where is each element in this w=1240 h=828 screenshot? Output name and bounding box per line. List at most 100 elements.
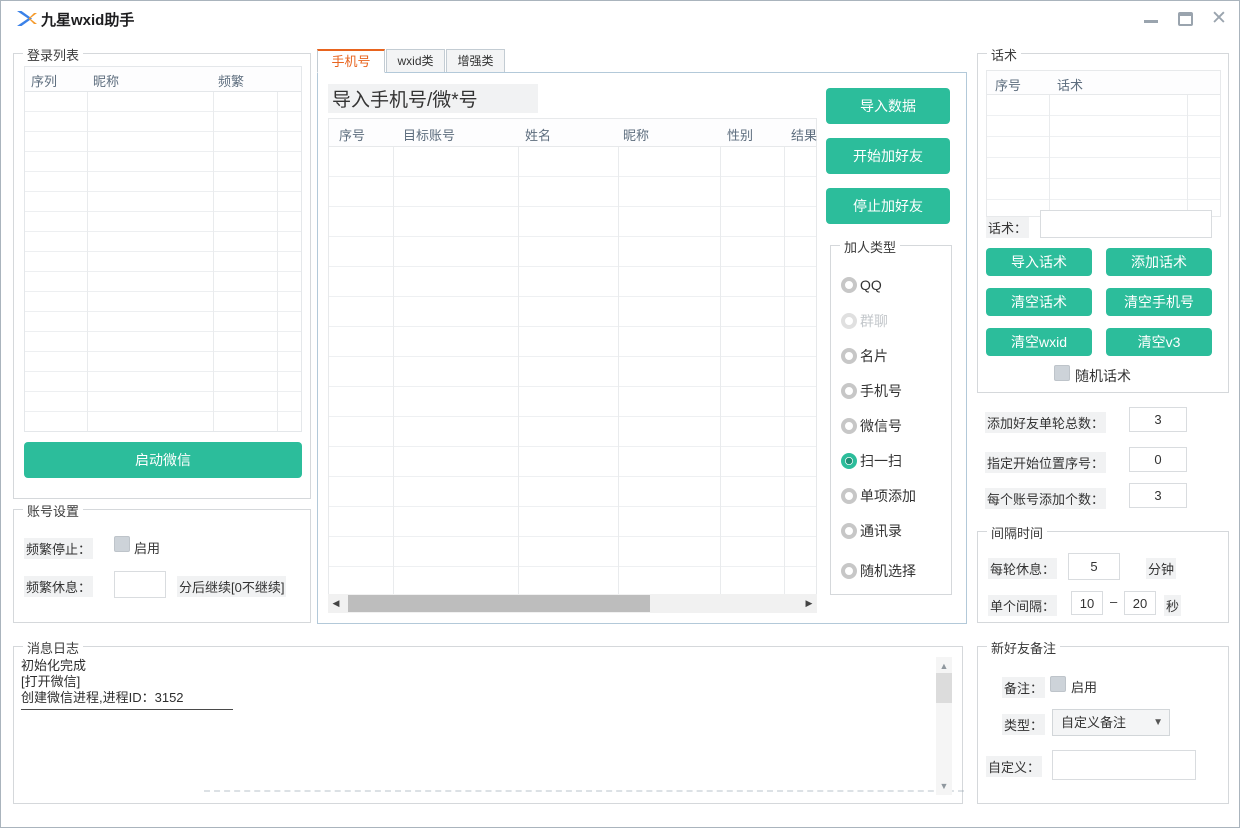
freq-rest-suffix: 分后继续[0不继续] (177, 576, 286, 597)
interval-group-title: 间隔时间 (987, 523, 1047, 542)
single-interval-min-input[interactable] (1071, 591, 1103, 615)
app-logo-icon (16, 10, 38, 27)
remark-group: 新好友备注 备注： 启用 类型： 自定义备注 ▼ 自定义： (977, 646, 1229, 804)
remark-type-dropdown[interactable]: 自定义备注 ▼ (1052, 709, 1170, 736)
login-list-group: 登录列表 序列 昵称 频繁 启动微信 (13, 53, 311, 499)
radio-icon (841, 488, 857, 504)
remark-custom-input[interactable] (1052, 750, 1196, 780)
target-table[interactable]: 序号 目标账号 姓名 昵称 性别 结果 (328, 118, 817, 594)
login-list-title: 登录列表 (23, 45, 83, 64)
log-caret-line (21, 709, 233, 710)
remark-enable-checkbox[interactable] (1050, 676, 1066, 692)
account-settings-title: 账号设置 (23, 501, 83, 520)
login-table-body (25, 92, 301, 431)
start-wechat-button[interactable]: 启动微信 (24, 442, 302, 478)
radio-icon (841, 277, 857, 293)
clear-phone-button[interactable]: 清空手机号 (1106, 288, 1212, 316)
script-input[interactable] (1040, 210, 1212, 238)
log-vscrollbar[interactable]: ▲ ▼ (936, 657, 952, 795)
import-script-button[interactable]: 导入话术 (986, 248, 1092, 276)
round-rest-input[interactable] (1068, 553, 1120, 580)
interval-group: 间隔时间 每轮休息： 分钟 单个间隔： – 秒 (977, 531, 1229, 623)
remark-label: 备注： (1002, 677, 1045, 698)
script-input-label: 话术： (986, 217, 1029, 238)
remark-type-label: 类型： (1002, 714, 1045, 735)
remark-custom-label: 自定义： (986, 756, 1042, 777)
watermark-line (204, 790, 964, 792)
remark-group-title: 新好友备注 (987, 638, 1060, 657)
add-type-group: 加人类型 QQ 群聊 名片 手机号 微信号 扫一扫 单项添加 通讯录 随机选择 (830, 245, 952, 595)
import-data-button[interactable]: 导入数据 (826, 88, 950, 124)
radio-option-random[interactable]: 随机选择 (841, 561, 916, 579)
target-table-header: 序号 目标账号 姓名 昵称 性别 结果 (329, 119, 816, 147)
hscroll-thumb[interactable] (348, 595, 650, 612)
radio-icon (841, 348, 857, 364)
account-settings-group: 账号设置 频繁停止： 启用 频繁休息： 分后继续[0不继续] (13, 509, 311, 623)
col-account: 目标账号 (403, 125, 455, 144)
login-col-freq: 频繁 (218, 71, 244, 90)
add-script-button[interactable]: 添加话术 (1106, 248, 1212, 276)
chevron-down-icon: ▼ (1153, 710, 1163, 735)
per-account-label: 每个账号添加个数： (985, 488, 1106, 509)
phone-tab-panel: 导入手机号/微*号 序号 目标账号 姓名 昵称 性别 结果 ◀ ▶ (317, 72, 967, 624)
minimize-button[interactable] (1141, 9, 1161, 29)
log-text-area[interactable]: 初始化完成 [打开微信] 创建微信进程,进程ID：3152 (16, 653, 942, 799)
stop-add-friends-button[interactable]: 停止加好友 (826, 188, 950, 224)
freq-stop-checkbox[interactable] (114, 536, 130, 552)
radio-option-single[interactable]: 单项添加 (841, 486, 916, 504)
round-total-input[interactable] (1129, 407, 1187, 432)
login-col-seq: 序列 (31, 71, 57, 90)
radio-option-card[interactable]: 名片 (841, 346, 888, 364)
round-total-label: 添加好友单轮总数： (985, 412, 1106, 433)
radio-option-contacts[interactable]: 通讯录 (841, 521, 902, 539)
radio-icon (841, 313, 857, 329)
tab-enhanced[interactable]: 增强类 (446, 49, 505, 73)
target-table-hscrollbar[interactable]: ◀ ▶ (328, 594, 817, 613)
radio-option-scan[interactable]: 扫一扫 (841, 451, 902, 469)
app-window: 九星wxid助手 ✕ 登录列表 序列 昵称 频繁 启动微信 账号设置 频繁停止：… (0, 0, 1240, 828)
single-interval-unit: 秒 (1164, 595, 1181, 616)
col-result: 结果 (791, 125, 817, 144)
import-phone-label: 导入手机号/微*号 (328, 84, 538, 113)
log-group: 消息日志 初始化完成 [打开微信] 创建微信进程,进程ID：3152 ▲ ▼ (13, 646, 963, 804)
round-rest-unit: 分钟 (1146, 558, 1176, 579)
round-rest-label: 每轮休息： (988, 558, 1057, 579)
vscroll-thumb[interactable] (936, 673, 952, 703)
freq-rest-input[interactable] (114, 571, 166, 598)
freq-stop-enable-label: 启用 (134, 538, 160, 557)
maximize-button[interactable] (1175, 9, 1195, 29)
radio-option-qq[interactable]: QQ (841, 276, 882, 294)
radio-icon (841, 453, 857, 469)
start-add-friends-button[interactable]: 开始加好友 (826, 138, 950, 174)
target-table-body (329, 147, 816, 594)
tab-wxid[interactable]: wxid类 (386, 49, 445, 73)
random-script-checkbox[interactable] (1054, 365, 1070, 381)
freq-stop-label: 频繁停止： (24, 538, 93, 559)
radio-option-wechatid[interactable]: 微信号 (841, 416, 902, 434)
clear-wxid-button[interactable]: 清空wxid (986, 328, 1092, 356)
col-gender: 性别 (727, 125, 753, 144)
col-seq: 序号 (339, 125, 365, 144)
random-script-label: 随机话术 (1075, 366, 1131, 386)
radio-option-phone[interactable]: 手机号 (841, 381, 902, 399)
tab-phone[interactable]: 手机号 (317, 49, 385, 73)
single-interval-max-input[interactable] (1124, 591, 1156, 615)
script-table-header: 序号 话术 (987, 71, 1220, 95)
radio-icon (841, 418, 857, 434)
script-col-seq: 序号 (995, 75, 1021, 94)
col-nick: 昵称 (623, 125, 649, 144)
per-account-input[interactable] (1129, 483, 1187, 508)
title-bar: 九星wxid助手 ✕ (1, 1, 1239, 35)
script-table-body (987, 95, 1220, 216)
start-pos-input[interactable] (1129, 447, 1187, 472)
login-col-nick: 昵称 (93, 71, 119, 90)
radio-icon (841, 523, 857, 539)
single-interval-label: 单个间隔： (988, 595, 1057, 616)
login-table[interactable]: 序列 昵称 频繁 (24, 66, 302, 432)
close-button[interactable]: ✕ (1209, 9, 1229, 29)
clear-v3-button[interactable]: 清空v3 (1106, 328, 1212, 356)
radio-option-groupchat[interactable]: 群聊 (841, 311, 888, 329)
clear-script-button[interactable]: 清空话术 (986, 288, 1092, 316)
remark-type-value: 自定义备注 (1061, 715, 1126, 730)
script-table[interactable]: 序号 话术 (986, 70, 1221, 217)
